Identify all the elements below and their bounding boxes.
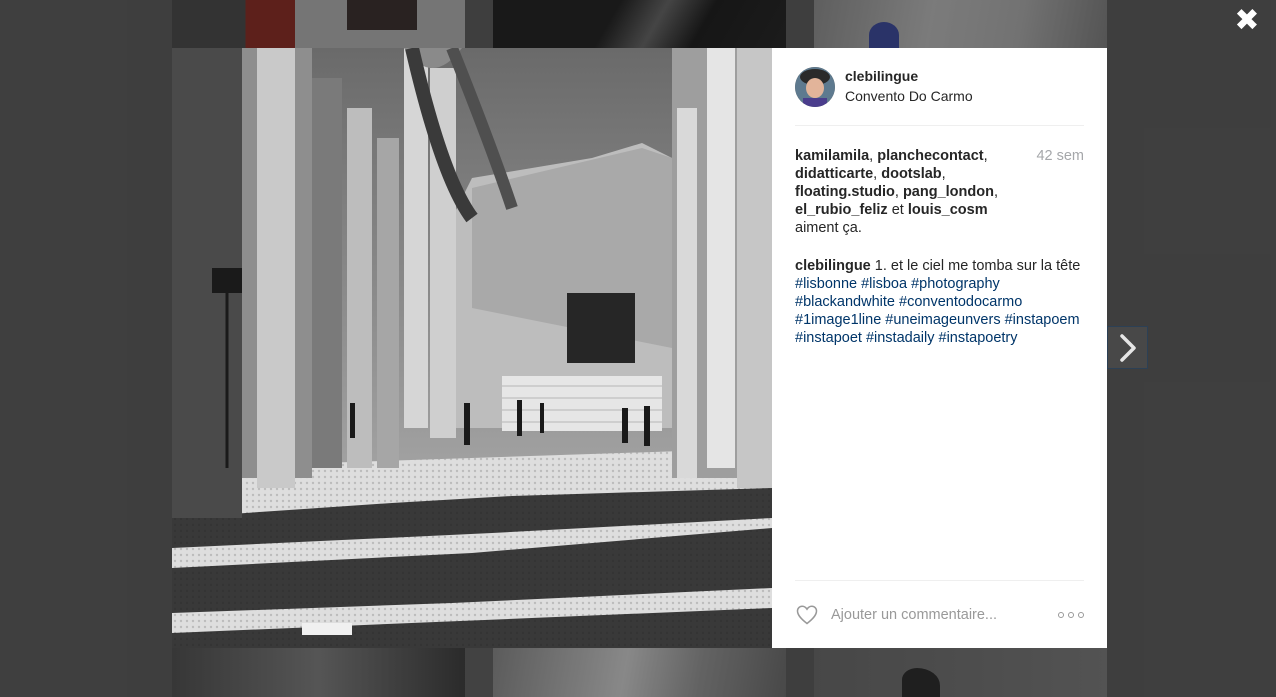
next-post-button[interactable] <box>1112 330 1144 366</box>
post-caption: clebilingue 1. et le ciel me tomba sur l… <box>795 257 1084 347</box>
hashtag-link[interactable]: #lisbonne <box>795 276 857 292</box>
liker-link[interactable]: el_rubio_feliz <box>795 202 888 218</box>
hashtag-link[interactable]: #conventodocarmo <box>899 294 1022 310</box>
caption-text: 1. et le ciel me tomba sur la tête <box>874 258 1081 274</box>
likes-suffix: aiment ça. <box>795 220 862 236</box>
hashtag-link[interactable]: #instapoem <box>1005 312 1080 328</box>
post-details-panel: clebilingue Convento Do Carmo kamilamila… <box>772 48 1107 648</box>
liker-link[interactable]: dootslab <box>881 166 941 182</box>
more-options-icon <box>1068 612 1074 618</box>
comment-bar <box>795 580 1084 648</box>
comment-input[interactable] <box>831 606 1031 623</box>
hashtag-link[interactable]: #photography <box>911 276 1000 292</box>
likes-and: et <box>891 202 904 218</box>
post-modal: clebilingue Convento Do Carmo kamilamila… <box>172 48 1107 648</box>
church-ruins-photo <box>172 48 772 648</box>
more-options-icon <box>1078 612 1084 618</box>
chevron-right-icon <box>1120 334 1136 362</box>
caption-username[interactable]: clebilingue <box>795 258 871 274</box>
hashtag-link[interactable]: #uneimageunvers <box>885 312 1000 328</box>
profile-photo <box>795 66 835 107</box>
liker-link[interactable]: planchecontact <box>877 148 983 164</box>
heart-icon[interactable] <box>795 603 819 627</box>
more-options-icon <box>1058 612 1064 618</box>
username-link[interactable]: clebilingue <box>845 67 973 85</box>
close-button[interactable]: ✖ <box>1232 6 1262 36</box>
liker-link[interactable]: kamilamila <box>795 148 869 164</box>
liker-link[interactable]: pang_london <box>903 184 994 200</box>
close-icon: ✖ <box>1234 3 1260 38</box>
avatar[interactable] <box>795 66 835 107</box>
post-photo[interactable] <box>172 48 772 648</box>
liker-link[interactable]: louis_cosm <box>908 202 988 218</box>
hashtag-link[interactable]: #blackandwhite <box>795 294 895 310</box>
liker-link[interactable]: didatticarte <box>795 166 873 182</box>
more-options-button[interactable] <box>1058 605 1084 625</box>
hashtag-link[interactable]: #lisboa <box>861 276 907 292</box>
hashtag-link[interactable]: #instadaily <box>866 330 935 346</box>
hashtag-link[interactable]: #instapoetry <box>939 330 1018 346</box>
post-timestamp[interactable]: 42 sem <box>1036 147 1084 165</box>
location-link[interactable]: Convento Do Carmo <box>845 85 973 107</box>
hashtag-link[interactable]: #1image1line <box>795 312 881 328</box>
liker-link[interactable]: floating.studio <box>795 184 895 200</box>
likes-text: kamilamila, planchecontact, didatticarte… <box>795 148 998 236</box>
hashtag-link[interactable]: #instapoet <box>795 330 862 346</box>
post-header: clebilingue Convento Do Carmo <box>795 48 1084 126</box>
likes-section: kamilamila, planchecontact, didatticarte… <box>795 147 1084 237</box>
